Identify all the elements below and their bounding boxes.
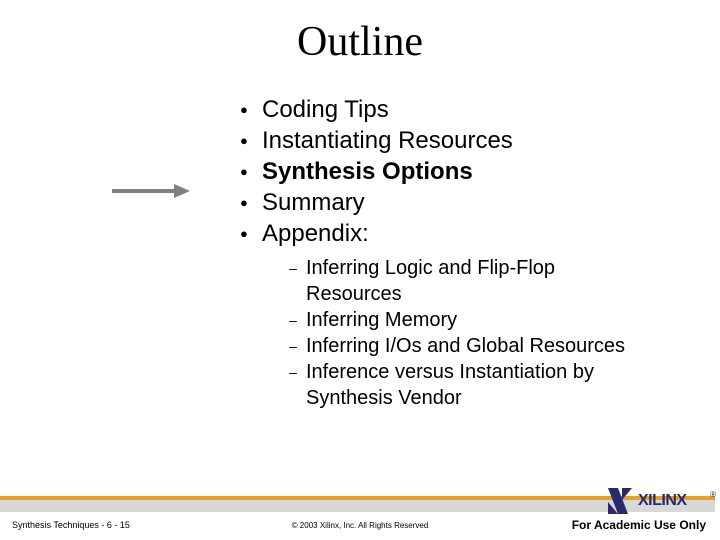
xilinx-logo-text: XILINX [638,492,687,510]
dash-icon: – [280,359,306,385]
slide-footer: XILINX ® Synthesis Techniques - 6 - 15 ©… [0,492,720,540]
list-item: ● Instantiating Resources [240,125,680,156]
list-item: ● Synthesis Options [240,156,680,187]
list-item-text: Appendix: [262,218,680,249]
dash-icon: – [280,255,306,281]
pointer-arrow [112,186,190,196]
sub-list-item: – Inferring Logic and Flip-Flop Resource… [280,255,680,307]
sub-list-item: – Inferring Memory [280,307,680,333]
list-item-text: Coding Tips [262,94,680,125]
arrow-shaft [112,189,174,193]
list-item: ● Coding Tips [240,94,680,125]
outline-sub-list: – Inferring Logic and Flip-Flop Resource… [280,255,680,411]
sub-list-item-text: Inferring I/Os and Global Resources [306,333,680,359]
xilinx-logo: XILINX ® [604,490,714,516]
outline-list: ● Coding Tips ● Instantiating Resources … [240,94,680,249]
list-item-text: Instantiating Resources [262,125,680,156]
bullet-icon: ● [240,187,262,218]
list-item-text: Synthesis Options [262,156,680,187]
xilinx-logo-icon [604,486,636,516]
sub-list-item: – Inferring I/Os and Global Resources [280,333,680,359]
bullet-icon: ● [240,156,262,187]
list-item-text: Summary [262,187,680,218]
sub-list-item-text: Inferring Logic and Flip-Flop Resources [306,255,680,307]
arrow-head-icon [174,184,190,198]
registered-icon: ® [710,490,716,499]
slide: Outline ● Coding Tips ● Instantiating Re… [0,0,720,540]
dash-icon: – [280,333,306,359]
list-item: ● Appendix: [240,218,680,249]
slide-title: Outline [40,18,680,66]
dash-icon: – [280,307,306,333]
bullet-icon: ● [240,125,262,156]
sub-list-item: – Inference versus Instantiation by Synt… [280,359,680,411]
bullet-icon: ● [240,218,262,249]
bullet-icon: ● [240,94,262,125]
list-item: ● Summary [240,187,680,218]
footer-note: For Academic Use Only [572,518,706,532]
sub-list-item-text: Inferring Memory [306,307,680,333]
sub-list-item-text: Inference versus Instantiation by Synthe… [306,359,680,411]
